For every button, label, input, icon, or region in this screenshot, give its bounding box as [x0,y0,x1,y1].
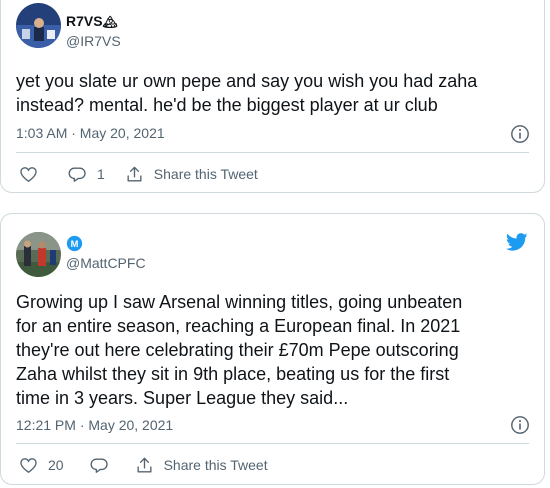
tweet-timestamp[interactable]: 1:03 AM · May 20, 2021 [16,125,165,141]
divider [16,152,529,153]
divider [16,443,529,444]
heart-icon [20,166,37,182]
share-label: Share this Tweet [163,457,268,473]
tweet-card[interactable]: R7VS🏔 @IR7VS yet you slate ur own pepe a… [0,0,545,193]
reply-count: 1 [97,166,105,182]
share-icon [137,457,152,473]
name-emoji: 🏔 [102,15,118,29]
share-label: Share this Tweet [153,166,258,182]
reply-button[interactable]: 1 [68,165,105,184]
avatar[interactable] [16,232,61,277]
tweet-card[interactable]: M M @MattCPFC Growing up I saw Arsenal w… [0,213,545,485]
reply-icon [90,457,108,473]
like-button[interactable] [19,165,38,184]
tweet-actions: 1 Share this Tweet [19,163,258,185]
tweet-text: Growing up I saw Arsenal winning titles,… [16,292,463,408]
verified-m-badge-icon: M [66,235,83,252]
display-name[interactable]: R7VS🏔 [66,13,118,29]
tweet-timestamp[interactable]: 12:21 PM · May 20, 2021 [16,417,173,433]
heart-icon [20,457,37,473]
tweet-actions: 20 Share this Tweet [19,454,268,476]
info-icon[interactable] [510,415,530,435]
svg-text:M: M [71,239,79,249]
reply-icon [68,166,86,182]
avatar-image [16,3,61,48]
like-button[interactable]: 20 [19,456,64,475]
avatar-image [16,232,61,277]
user-handle[interactable]: @MattCPFC [66,255,146,271]
share-button[interactable]: Share this Tweet [135,456,268,475]
share-button[interactable]: Share this Tweet [125,165,258,184]
tweet-text: yet you slate ur own pepe and say you wi… [16,71,478,115]
avatar[interactable] [16,3,61,48]
info-icon[interactable] [510,124,530,144]
like-count: 20 [48,457,64,473]
twitter-bird-icon[interactable] [504,231,530,253]
share-icon [127,166,142,182]
reply-button[interactable] [90,456,109,475]
user-handle[interactable]: @IR7VS [66,33,121,49]
